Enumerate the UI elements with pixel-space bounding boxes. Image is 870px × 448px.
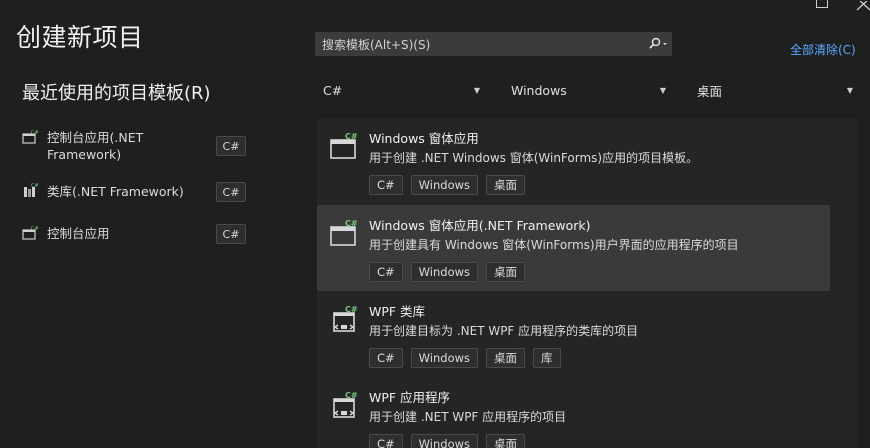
chevron-down-icon: ▼ bbox=[473, 85, 480, 95]
template-tags: C# Windows 桌面 bbox=[369, 262, 526, 282]
platform-tag: Windows bbox=[410, 262, 479, 282]
project-type-tag: 桌面 bbox=[486, 262, 526, 282]
project-type-tag: 桌面 bbox=[486, 348, 526, 368]
chevron-down-icon: ▼ bbox=[846, 85, 853, 95]
platform-tag: Windows bbox=[410, 434, 479, 448]
template-item-winforms-framework[interactable]: C# Windows 窗体应用(.NET Framework) 用于创建具有 W… bbox=[317, 205, 830, 291]
class-library-icon: C# bbox=[22, 183, 39, 199]
recent-templates-heading: 最近使用的项目模板(R) bbox=[22, 83, 211, 104]
recent-item-console-framework[interactable]: C# 控制台应用(.NET Framework) C# bbox=[22, 129, 246, 163]
winforms-app-icon: C# bbox=[330, 217, 360, 247]
svg-text:C#: C# bbox=[31, 130, 38, 136]
svg-text:C#: C# bbox=[345, 305, 358, 314]
project-type-tag: 桌面 bbox=[486, 434, 526, 448]
template-description: 用于创建 .NET Windows 窗体(WinForms)应用的项目模板。 bbox=[369, 151, 699, 165]
svg-text:C#: C# bbox=[345, 391, 358, 400]
chevron-down-icon: ▼ bbox=[659, 85, 666, 95]
language-tag: C# bbox=[369, 262, 403, 282]
template-tags: C# Windows 桌面 bbox=[369, 434, 526, 448]
recent-item-class-library-framework[interactable]: C# 类库(.NET Framework) C# bbox=[22, 182, 246, 202]
language-filter-value: C# bbox=[323, 82, 343, 98]
language-tag: C# bbox=[216, 224, 246, 244]
language-tag: C# bbox=[216, 136, 246, 156]
platform-tag: Windows bbox=[410, 175, 479, 195]
console-app-icon: C# bbox=[22, 225, 39, 241]
language-tag: C# bbox=[369, 348, 403, 368]
search-placeholder: 搜索模板(Alt+S)(S) bbox=[322, 37, 431, 52]
svg-text:C#: C# bbox=[345, 219, 358, 228]
template-tags: C# Windows 桌面 库 bbox=[369, 348, 561, 368]
close-icon[interactable] bbox=[856, 0, 870, 11]
template-tags: C# Windows 桌面 bbox=[369, 175, 526, 195]
language-tag: C# bbox=[369, 434, 403, 448]
recent-item-console[interactable]: C# 控制台应用 C# bbox=[22, 224, 246, 244]
platform-tag: Windows bbox=[410, 348, 479, 368]
page-title: 创建新项目 bbox=[16, 23, 144, 52]
svg-text:C#: C# bbox=[31, 226, 38, 232]
template-name: WPF 类库 bbox=[369, 304, 426, 319]
svg-text:C#: C# bbox=[345, 132, 358, 141]
project-type-filter-dropdown[interactable]: 桌面 ▼ bbox=[697, 78, 853, 102]
clear-all-link[interactable]: 全部清除(C) bbox=[790, 41, 856, 58]
recent-item-label: 控制台应用 bbox=[47, 226, 110, 241]
console-app-icon: C# bbox=[22, 129, 39, 145]
template-list[interactable]: C# Windows 窗体应用 用于创建 .NET Windows 窗体(Win… bbox=[317, 118, 857, 448]
template-list-scrollbar[interactable] bbox=[830, 118, 857, 448]
wpf-library-icon: C# bbox=[330, 303, 360, 333]
template-name: WPF 应用程序 bbox=[369, 390, 451, 405]
maximize-icon[interactable] bbox=[816, 0, 828, 8]
library-tag: 库 bbox=[533, 348, 561, 368]
template-description: 用于创建具有 Windows 窗体(WinForms)用户界面的应用程序的项目 bbox=[369, 238, 739, 252]
template-item-wpf-class-library[interactable]: C# WPF 类库 用于创建目标为 .NET WPF 应用程序的类库的项目 C#… bbox=[317, 291, 830, 377]
winforms-app-icon: C# bbox=[330, 130, 360, 160]
language-filter-dropdown[interactable]: C# ▼ bbox=[323, 78, 480, 102]
platform-filter-value: Windows bbox=[511, 82, 567, 98]
language-tag: C# bbox=[216, 182, 246, 202]
recent-item-label: 控制台应用(.NET Framework) bbox=[47, 130, 144, 162]
template-name: Windows 窗体应用(.NET Framework) bbox=[369, 218, 591, 233]
template-item-winforms[interactable]: C# Windows 窗体应用 用于创建 .NET Windows 窗体(Win… bbox=[317, 118, 830, 204]
wpf-app-icon: C# bbox=[330, 389, 360, 419]
project-type-tag: 桌面 bbox=[486, 175, 526, 195]
template-description: 用于创建 .NET WPF 应用程序的项目 bbox=[369, 410, 567, 424]
svg-text:C#: C# bbox=[31, 183, 38, 189]
search-icon[interactable] bbox=[645, 33, 671, 55]
template-description: 用于创建目标为 .NET WPF 应用程序的类库的项目 bbox=[369, 324, 639, 338]
recent-item-label: 类库(.NET Framework) bbox=[47, 184, 184, 199]
platform-filter-dropdown[interactable]: Windows ▼ bbox=[511, 78, 666, 102]
template-item-wpf-app[interactable]: C# WPF 应用程序 用于创建 .NET WPF 应用程序的项目 C# Win… bbox=[317, 377, 830, 448]
template-name: Windows 窗体应用 bbox=[369, 131, 479, 146]
language-tag: C# bbox=[369, 175, 403, 195]
search-input[interactable]: 搜索模板(Alt+S)(S) bbox=[315, 32, 672, 56]
project-type-filter-value: 桌面 bbox=[697, 83, 723, 99]
